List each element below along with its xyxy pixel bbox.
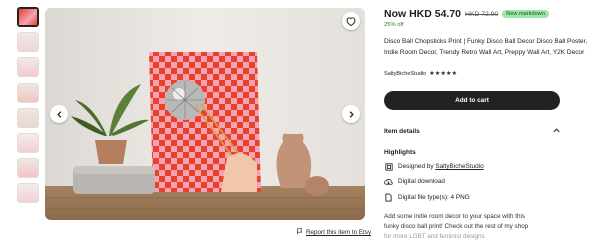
product-title: Disco Ball Chopsticks Print | Funky Disc…: [384, 38, 588, 56]
heart-icon: [346, 16, 356, 26]
file-types-label: Digital file type(s): 4 PNG: [398, 194, 470, 201]
shop-rating-row: SaltyBicheStudio ★★★★★: [384, 70, 457, 78]
description-line-3: for more LGBT and feminist designs: [384, 232, 485, 240]
item-description: Add some indie room decor to your space …: [384, 212, 590, 241]
main-product-image[interactable]: [45, 8, 365, 220]
current-price: Now HKD 54.70: [384, 8, 462, 20]
favorite-button[interactable]: [342, 12, 360, 30]
shop-name-link[interactable]: SaltyBicheStudio: [384, 71, 426, 77]
chevron-right-icon: [348, 110, 355, 118]
designed-by-row: Designed by SaltyBicheStudio: [384, 162, 484, 171]
thumbnail-4[interactable]: [17, 82, 39, 103]
description-line-2: funky disco ball print! Check out the re…: [384, 222, 529, 230]
report-item-label: Report this item to Etsy: [306, 229, 372, 236]
item-details-heading: Item details: [384, 128, 420, 135]
digital-download-label: Digital download: [398, 178, 445, 185]
chevron-up-icon: [553, 128, 560, 135]
thumbnail-8[interactable]: [17, 183, 39, 204]
highlights-heading: Highlights: [384, 149, 416, 156]
description-line-1: Add some indie room decor to your space …: [384, 213, 526, 220]
thumbnail-list: [17, 7, 41, 209]
sale-badge: New markdown: [502, 10, 549, 18]
item-details-toggle[interactable]: Item details: [384, 128, 560, 135]
cloud-download-icon: [384, 177, 393, 186]
thumbnail-2[interactable]: [17, 32, 39, 53]
previous-image-button[interactable]: [50, 105, 68, 123]
next-image-button[interactable]: [342, 105, 360, 123]
chevron-left-icon: [56, 110, 63, 118]
original-price: HKD 72.90: [465, 10, 499, 18]
room-scene-illustration: [45, 8, 365, 220]
rating-stars[interactable]: ★★★★★: [429, 70, 457, 77]
thumbnail-6[interactable]: [17, 132, 39, 153]
add-to-cart-button[interactable]: Add to cart: [384, 91, 560, 110]
thumbnail-3[interactable]: [17, 57, 39, 78]
thumbnail-5[interactable]: [17, 107, 39, 128]
designed-by-shop-link[interactable]: SaltyBicheStudio: [435, 163, 483, 170]
price-row: Now HKD 54.70 HKD 72.90 New markdown: [384, 8, 549, 20]
thumbnail-7[interactable]: [17, 158, 39, 179]
flag-icon: [296, 228, 303, 237]
file-icon: [384, 193, 393, 202]
report-item-link[interactable]: Report this item to Etsy: [296, 228, 371, 237]
discount-label: 25% off: [384, 22, 404, 28]
thumbnail-1[interactable]: [17, 7, 39, 27]
digital-download-row: Digital download: [384, 177, 445, 186]
designed-by-prefix: Designed by: [398, 163, 434, 170]
file-types-row: Digital file type(s): 4 PNG: [384, 193, 470, 202]
design-tool-icon: [384, 162, 393, 171]
